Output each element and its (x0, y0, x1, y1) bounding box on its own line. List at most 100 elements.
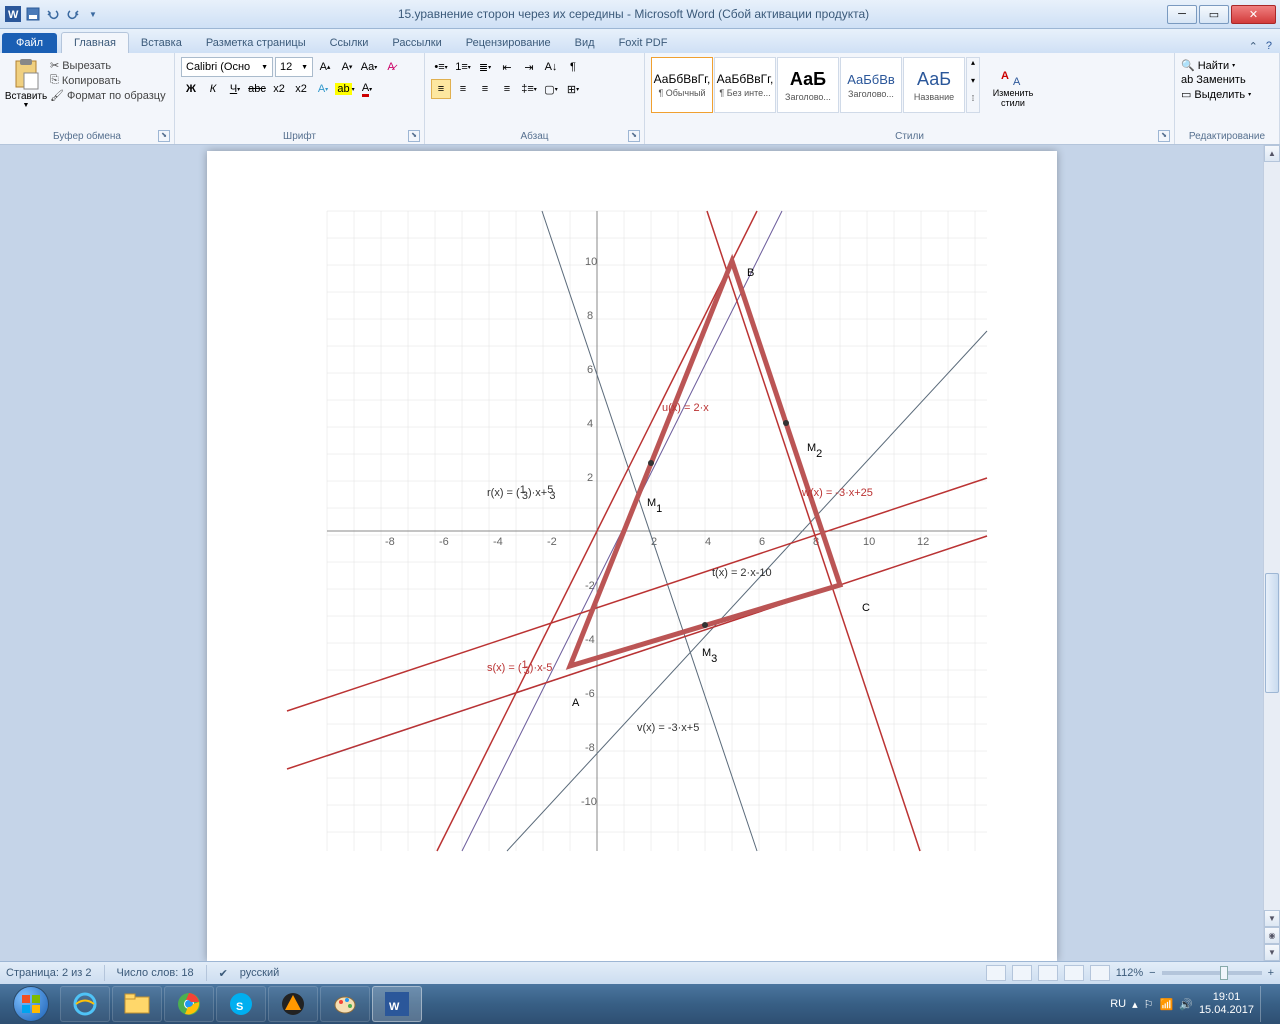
paste-button[interactable]: Вставить ▼ (6, 55, 46, 109)
shrink-font-button[interactable]: A▾ (337, 57, 357, 77)
start-button[interactable] (4, 984, 58, 1024)
font-launcher-icon[interactable]: ⬊ (408, 130, 420, 142)
maximize-button[interactable]: ▭ (1199, 5, 1229, 24)
bullets-button[interactable]: •≡▾ (431, 57, 451, 77)
bold-button[interactable]: Ж (181, 79, 201, 99)
sort-button[interactable]: A↓ (541, 57, 561, 77)
style-title[interactable]: АаБНазвание (903, 57, 965, 113)
redo-icon[interactable] (64, 5, 82, 23)
qat-dropdown-icon[interactable]: ▼ (84, 5, 102, 23)
style-heading1[interactable]: АаБЗаголово... (777, 57, 839, 113)
strike-button[interactable]: abc (247, 79, 267, 99)
status-words[interactable]: Число слов: 18 (117, 967, 194, 979)
change-case-button[interactable]: Aa▾ (359, 57, 379, 77)
status-page[interactable]: Страница: 2 из 2 (6, 967, 92, 979)
taskbar-app1[interactable] (268, 986, 318, 1022)
tray-volume-icon[interactable]: 🔊 (1179, 998, 1193, 1011)
line-spacing-button[interactable]: ‡≡▾ (519, 79, 539, 99)
grow-font-button[interactable]: A▴ (315, 57, 335, 77)
next-page-button[interactable]: ▼ (1264, 944, 1280, 961)
taskbar-paint[interactable] (320, 986, 370, 1022)
taskbar-skype[interactable]: S (216, 986, 266, 1022)
change-styles-button[interactable]: AA Изменить стили (987, 57, 1039, 113)
document-area[interactable]: -8 -6 -4 -2 2 4 6 8 10 12 10 8 6 4 2 -2 … (0, 145, 1263, 961)
copy-button[interactable]: ⎘Копировать (50, 74, 166, 87)
tab-insert[interactable]: Вставка (129, 33, 194, 53)
text-effects-button[interactable]: A▾ (313, 79, 333, 99)
zoom-slider[interactable] (1162, 971, 1262, 975)
tray-lang[interactable]: RU (1110, 998, 1126, 1010)
zoom-in-button[interactable]: + (1268, 967, 1274, 979)
replace-button[interactable]: abЗаменить (1181, 74, 1273, 86)
tab-review[interactable]: Рецензирование (454, 33, 563, 53)
zoom-out-button[interactable]: − (1149, 967, 1155, 979)
superscript-button[interactable]: x2 (291, 79, 311, 99)
undo-icon[interactable] (44, 5, 62, 23)
taskbar-ie[interactable] (60, 986, 110, 1022)
numbering-button[interactable]: 1≡▾ (453, 57, 473, 77)
italic-button[interactable]: К (203, 79, 223, 99)
save-icon[interactable] (24, 5, 42, 23)
align-center-button[interactable]: ≡ (453, 79, 473, 99)
minimize-ribbon-icon[interactable]: ⌃ (1249, 40, 1258, 53)
vertical-scrollbar[interactable]: ▲ ▼ ◉ ▼ (1263, 145, 1280, 961)
font-size-select[interactable]: 12 ▼ (275, 57, 313, 77)
status-language[interactable]: русский (240, 967, 279, 979)
taskbar-chrome[interactable] (164, 986, 214, 1022)
indent-dec-button[interactable]: ⇤ (497, 57, 517, 77)
zoom-thumb[interactable] (1220, 966, 1228, 980)
tab-view[interactable]: Вид (563, 33, 607, 53)
styles-scroll-down[interactable]: ▾ (967, 76, 979, 94)
close-button[interactable]: ✕ (1231, 5, 1276, 24)
view-outline[interactable] (1064, 965, 1084, 981)
clear-format-button[interactable]: A̷ (381, 57, 401, 77)
find-button[interactable]: 🔍Найти▾ (1181, 59, 1273, 72)
highlight-button[interactable]: ab▾ (335, 79, 355, 99)
align-right-button[interactable]: ≡ (475, 79, 495, 99)
view-draft[interactable] (1090, 965, 1110, 981)
show-desktop-button[interactable] (1260, 986, 1268, 1022)
tab-foxit[interactable]: Foxit PDF (607, 33, 680, 53)
justify-button[interactable]: ≡ (497, 79, 517, 99)
select-button[interactable]: ▭Выделить▾ (1181, 88, 1273, 101)
tray-show-hidden-icon[interactable]: ▴ (1132, 998, 1138, 1011)
minimize-button[interactable]: ─ (1167, 5, 1197, 24)
taskbar-explorer[interactable] (112, 986, 162, 1022)
subscript-button[interactable]: x2 (269, 79, 289, 99)
tab-mailings[interactable]: Рассылки (380, 33, 453, 53)
cut-button[interactable]: ✂Вырезать (50, 59, 166, 72)
view-web[interactable] (1038, 965, 1058, 981)
zoom-level[interactable]: 112% (1116, 967, 1143, 979)
underline-button[interactable]: Ч▾ (225, 79, 245, 99)
taskbar-word[interactable]: W (372, 986, 422, 1022)
paragraph-launcher-icon[interactable]: ⬊ (628, 130, 640, 142)
indent-inc-button[interactable]: ⇥ (519, 57, 539, 77)
font-name-select[interactable]: Calibri (Осно ▼ (181, 57, 273, 77)
view-fullscreen[interactable] (1012, 965, 1032, 981)
style-heading2[interactable]: АаБбВвЗаголово... (840, 57, 902, 113)
tray-network-icon[interactable]: 📶 (1160, 998, 1174, 1011)
scroll-down-button[interactable]: ▼ (1264, 910, 1280, 927)
styles-launcher-icon[interactable]: ⬊ (1158, 130, 1170, 142)
tab-layout[interactable]: Разметка страницы (194, 33, 318, 53)
font-color-button[interactable]: A▾ (357, 79, 377, 99)
format-painter-button[interactable]: 🖌Формат по образцу (50, 89, 166, 102)
scroll-thumb[interactable] (1265, 573, 1279, 693)
tab-home[interactable]: Главная (61, 32, 129, 53)
tray-action-center-icon[interactable]: ⚐ (1144, 998, 1154, 1011)
align-left-button[interactable]: ≡ (431, 79, 451, 99)
clipboard-launcher-icon[interactable]: ⬊ (158, 130, 170, 142)
tray-clock[interactable]: 19:01 15.04.2017 (1199, 991, 1254, 1017)
borders-button[interactable]: ⊞▾ (563, 79, 583, 99)
spellcheck-icon[interactable]: ✔ (219, 967, 228, 980)
shading-button[interactable]: ▢▾ (541, 79, 561, 99)
show-marks-button[interactable]: ¶ (563, 57, 583, 77)
scroll-track[interactable] (1264, 162, 1280, 910)
tab-references[interactable]: Ссылки (318, 33, 381, 53)
view-print-layout[interactable] (986, 965, 1006, 981)
style-nospacing[interactable]: АаБбВвГг,¶ Без инте... (714, 57, 776, 113)
styles-scroll-up[interactable]: ▴ (967, 58, 979, 76)
multilevel-button[interactable]: ≣▾ (475, 57, 495, 77)
prev-page-button[interactable]: ◉ (1264, 927, 1280, 944)
file-tab[interactable]: Файл (2, 33, 57, 53)
